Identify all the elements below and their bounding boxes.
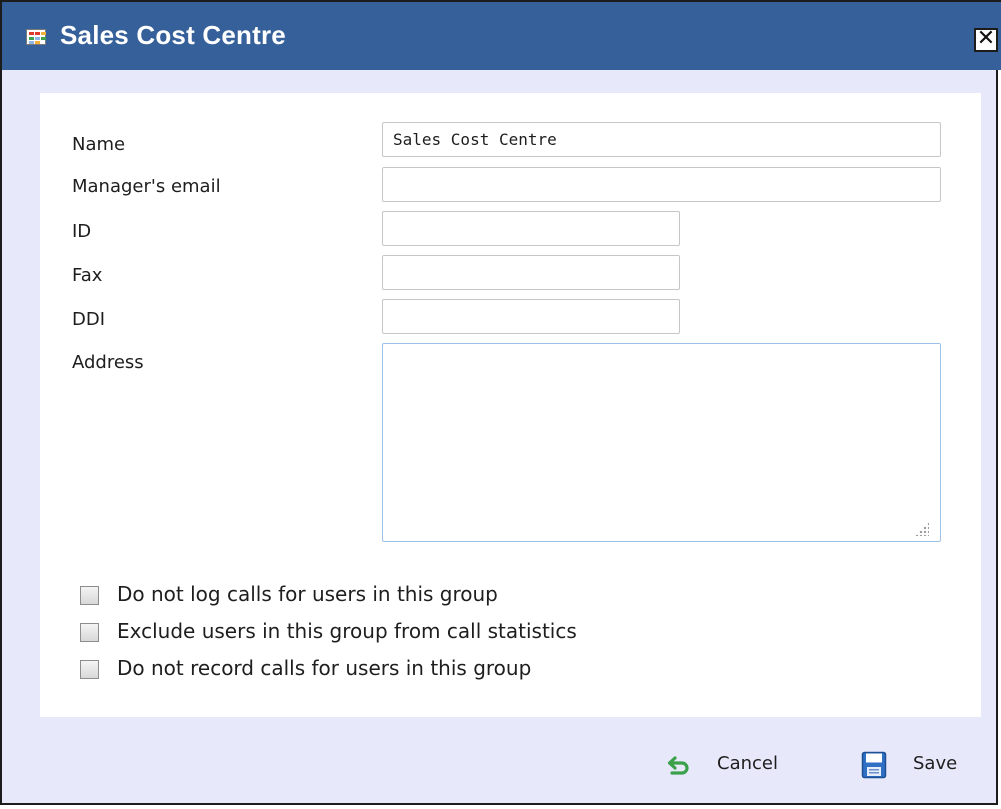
fax-input[interactable] [382, 255, 680, 290]
undo-arrow-icon [667, 756, 689, 775]
cancel-button[interactable]: Cancel [666, 750, 798, 780]
ddi-label: DDI [72, 309, 106, 330]
spreadsheet-icon [26, 29, 46, 45]
ddi-input[interactable] [382, 299, 680, 334]
address-label: Address [72, 352, 144, 373]
exclude-statistics-checkbox[interactable] [80, 623, 99, 642]
close-icon: ✕ [976, 26, 996, 51]
name-label: Name [72, 134, 126, 155]
do-not-record-label: Do not record calls for users in this gr… [117, 656, 532, 680]
do-not-record-checkbox[interactable] [80, 660, 99, 679]
cost-centre-dialog: Sales Cost Centre ✕ Name Manager's email… [0, 0, 1001, 805]
id-input[interactable] [382, 211, 680, 246]
address-textarea[interactable] [382, 343, 941, 542]
dialog-title: Sales Cost Centre [60, 20, 286, 50]
dialog-titlebar: Sales Cost Centre ✕ [2, 0, 1001, 70]
save-label: Save [913, 753, 958, 774]
cancel-label: Cancel [717, 753, 778, 774]
floppy-disk-icon [861, 751, 887, 779]
name-input[interactable] [382, 122, 941, 157]
id-label: ID [72, 221, 92, 242]
do-not-log-label: Do not log calls for users in this group [117, 582, 498, 606]
save-button[interactable]: Save [861, 750, 976, 780]
manager-email-label: Manager's email [72, 176, 221, 197]
do-not-log-checkbox[interactable] [80, 586, 99, 605]
fax-label: Fax [72, 265, 103, 286]
manager-email-input[interactable] [382, 167, 941, 202]
exclude-statistics-label: Exclude users in this group from call st… [117, 619, 577, 643]
close-button[interactable]: ✕ [974, 28, 998, 52]
